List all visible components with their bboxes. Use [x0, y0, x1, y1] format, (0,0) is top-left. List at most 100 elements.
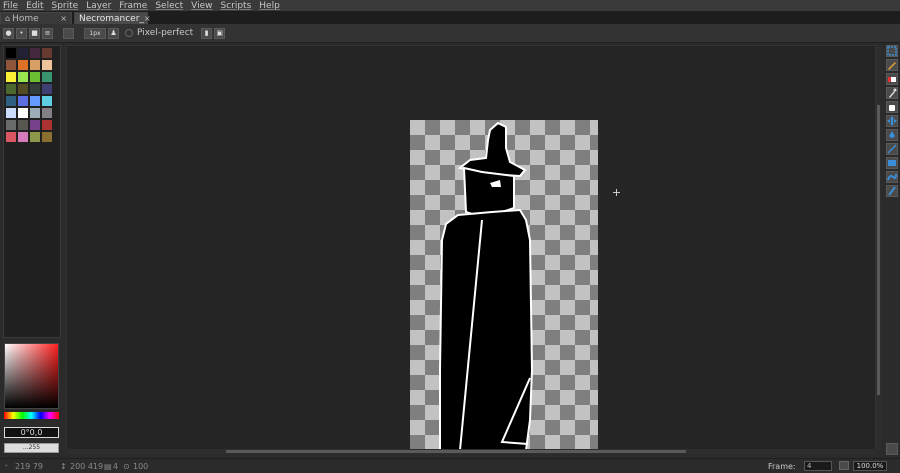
- menu-view[interactable]: View: [191, 1, 212, 11]
- palette-swatch[interactable]: [42, 84, 52, 94]
- eraser-tool-icon[interactable]: [886, 73, 898, 85]
- frame-field[interactable]: 4: [804, 461, 832, 471]
- palette-swatch[interactable]: [18, 120, 28, 130]
- move-tool-icon[interactable]: [886, 115, 898, 127]
- palette-swatch[interactable]: [30, 96, 40, 106]
- pixel-perfect-checkbox[interactable]: [125, 29, 133, 37]
- contour-tool-icon[interactable]: [886, 171, 898, 183]
- menu-select[interactable]: Select: [155, 1, 183, 11]
- tab-home-close-icon[interactable]: ×: [60, 14, 67, 23]
- palette-swatch[interactable]: [30, 60, 40, 70]
- brush-square-icon[interactable]: ■: [29, 27, 40, 39]
- frames-count: 4: [113, 462, 119, 471]
- palette-swatch[interactable]: [18, 132, 28, 142]
- rectangle-tool-icon[interactable]: [886, 157, 898, 169]
- zoom-percent: 100: [133, 462, 149, 471]
- palette-swatch[interactable]: [30, 48, 40, 58]
- horizontal-scrollbar[interactable]: [66, 449, 876, 454]
- hand-tool-icon[interactable]: [886, 101, 898, 113]
- palette-swatch[interactable]: [42, 96, 52, 106]
- tab-home-label: Home: [12, 13, 39, 24]
- color-picker: 0°0,0 ...255: [4, 343, 59, 453]
- palette-swatch[interactable]: [18, 60, 28, 70]
- menu-layer[interactable]: Layer: [86, 1, 111, 11]
- sprite-canvas[interactable]: [410, 120, 598, 450]
- ink-icon[interactable]: ♟: [108, 27, 119, 39]
- cursor-position-icon: ⁺: [4, 462, 9, 471]
- saturation-value-field[interactable]: [4, 343, 59, 409]
- palette-swatch[interactable]: [30, 72, 40, 82]
- zoom-field[interactable]: 100.0%: [853, 461, 887, 471]
- cursor-crosshair-icon: [613, 189, 620, 196]
- cursor-position: 219 79: [15, 462, 43, 471]
- color-palette: [3, 45, 61, 338]
- brush-line-icon[interactable]: ≡: [42, 27, 53, 39]
- line-tool-icon[interactable]: [886, 143, 898, 155]
- blur-tool-icon[interactable]: [886, 185, 898, 197]
- palette-swatch[interactable]: [6, 108, 16, 118]
- palette-swatch[interactable]: [18, 108, 28, 118]
- palette-swatch[interactable]: [18, 84, 28, 94]
- palette-swatch[interactable]: [42, 72, 52, 82]
- tab-bar: ⌂ Home × Necromancer_ ×: [0, 11, 900, 24]
- palette-swatch[interactable]: [30, 120, 40, 130]
- palette-swatch[interactable]: [30, 108, 40, 118]
- necromancer-drawing: [439, 121, 534, 450]
- palette-swatch[interactable]: [6, 84, 16, 94]
- context-bar: ● • ■ ≡ 1px ♟ Pixel-perfect ▮ ▣: [0, 24, 900, 43]
- tab-necromancer-close-icon[interactable]: ×: [144, 14, 151, 23]
- menu-bar: File Edit Sprite Layer Frame Select View…: [0, 0, 900, 11]
- status-bar: ⁺ 219 79 ↕ 200 419 ▤ 4 ⊙ 100 Frame: 4 10…: [0, 458, 900, 473]
- palette-swatch[interactable]: [6, 72, 16, 82]
- palette-swatch[interactable]: [42, 132, 52, 142]
- tab-necromancer[interactable]: Necromancer_ ×: [74, 12, 151, 24]
- pencil-tool-icon[interactable]: [886, 59, 898, 71]
- menu-edit[interactable]: Edit: [26, 1, 43, 11]
- zoom-icon: ⊙: [123, 462, 130, 471]
- palette-swatch[interactable]: [18, 48, 28, 58]
- menu-sprite[interactable]: Sprite: [52, 1, 79, 11]
- brush-size-field[interactable]: 1px: [84, 27, 106, 39]
- palette-swatch[interactable]: [18, 72, 28, 82]
- tab-home[interactable]: ⌂ Home ×: [0, 12, 72, 24]
- left-panel: 0°0,0 ...255: [0, 43, 64, 460]
- brush-type-icon[interactable]: [63, 27, 74, 39]
- symmetry-icon[interactable]: ▮: [201, 27, 213, 39]
- menu-scripts[interactable]: Scripts: [220, 1, 251, 11]
- tab-necromancer-label: Necromancer_: [79, 13, 144, 24]
- fill-tool-icon[interactable]: [886, 129, 898, 141]
- eyedropper-tool-icon[interactable]: [886, 87, 898, 99]
- frames-icon: ▤: [104, 462, 112, 471]
- palette-swatch[interactable]: [6, 60, 16, 70]
- timeline-toggle-icon[interactable]: [886, 443, 898, 455]
- palette-swatch[interactable]: [6, 96, 16, 106]
- menu-frame[interactable]: Frame: [119, 1, 147, 11]
- color-value-field[interactable]: 0°0,0: [4, 427, 59, 438]
- sprite-size: 200 419: [70, 462, 104, 471]
- selection-tool-icon[interactable]: [886, 45, 898, 57]
- tool-bar: [884, 43, 900, 460]
- palette-swatch[interactable]: [30, 84, 40, 94]
- hue-slider[interactable]: [4, 412, 59, 419]
- dynamics-icon[interactable]: ▣: [214, 27, 226, 39]
- menu-help[interactable]: Help: [259, 1, 280, 11]
- brush-dot-icon[interactable]: •: [16, 27, 27, 39]
- zoom-fit-icon[interactable]: [839, 461, 849, 470]
- alpha-slider[interactable]: ...255: [4, 443, 59, 453]
- palette-swatch[interactable]: [6, 132, 16, 142]
- brush-circle-icon[interactable]: ●: [3, 27, 14, 39]
- palette-swatch[interactable]: [42, 48, 52, 58]
- frame-label: Frame:: [768, 462, 796, 471]
- palette-swatch[interactable]: [42, 108, 52, 118]
- canvas-area[interactable]: [66, 45, 876, 450]
- palette-swatch[interactable]: [6, 48, 16, 58]
- palette-swatch[interactable]: [6, 120, 16, 130]
- home-icon: ⌂: [5, 14, 11, 23]
- menu-file[interactable]: File: [3, 1, 18, 11]
- vertical-scrollbar[interactable]: [876, 45, 881, 450]
- palette-swatch[interactable]: [30, 132, 40, 142]
- palette-swatch[interactable]: [42, 120, 52, 130]
- palette-swatch[interactable]: [18, 96, 28, 106]
- sprite-size-icon: ↕: [60, 462, 67, 471]
- palette-swatch[interactable]: [42, 60, 52, 70]
